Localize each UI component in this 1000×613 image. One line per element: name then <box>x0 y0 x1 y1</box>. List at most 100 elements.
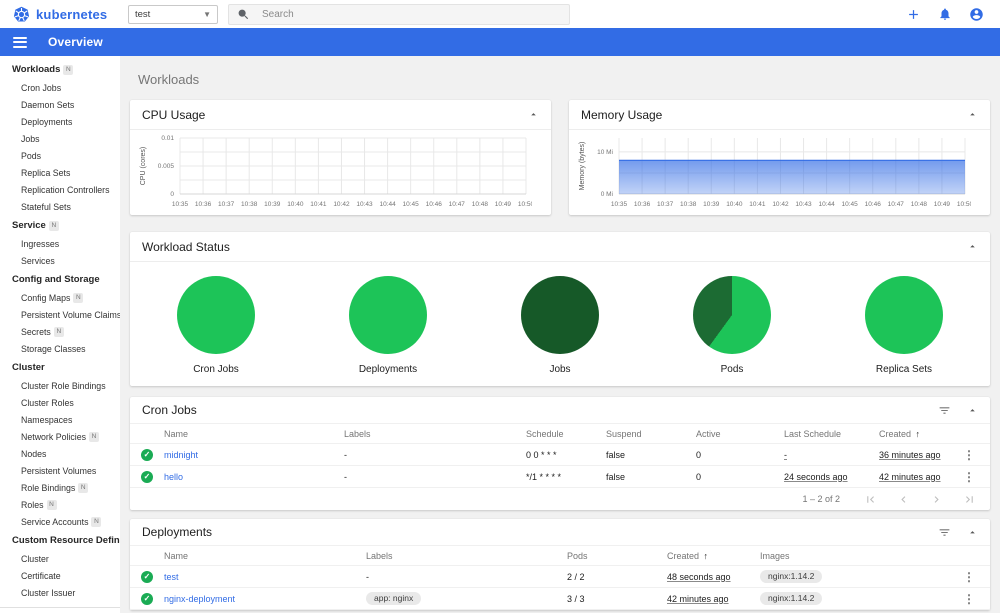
column-header-last-schedule[interactable]: Last Schedule <box>784 429 879 439</box>
app-bar: Overview <box>0 28 1000 56</box>
sidebar-item-roles[interactable]: Roles N <box>0 496 120 513</box>
notifications-button[interactable] <box>938 7 952 21</box>
sidebar: Workloads N Cron Jobs Daemon Sets Deployment… <box>0 56 120 613</box>
svg-text:10:37: 10:37 <box>657 201 674 208</box>
collapse-memory-card-button[interactable] <box>967 109 978 120</box>
svg-text:10:46: 10:46 <box>865 201 882 208</box>
image-chip: nginx:1.14.2 <box>760 592 823 605</box>
sidebar-item-ingresses[interactable]: Ingresses <box>0 235 120 252</box>
sidebar-item-persistent-volumes[interactable]: Persistent Volumes <box>0 462 120 479</box>
column-header-created[interactable]: Created ↑ <box>879 429 962 439</box>
column-header-images[interactable]: Images <box>760 551 960 561</box>
cell-pods: 2 / 2 <box>567 571 585 582</box>
filter-icon <box>939 528 950 536</box>
collapse-deployments-button[interactable] <box>967 527 978 538</box>
svg-text:10:39: 10:39 <box>703 201 720 208</box>
sidebar-item-stateful-sets[interactable]: Stateful Sets <box>0 198 120 215</box>
workload-pie-deployments: Deployments <box>302 276 474 375</box>
next-page-icon[interactable] <box>930 493 943 506</box>
workload-status-pies: Cron Jobs Deployments Jobs Pods Replica Sets <box>130 262 990 375</box>
sidebar-item-jobs[interactable]: Jobs <box>0 130 120 147</box>
sidebar-item-persistent-volume-claims[interactable]: Persistent Volume ClaimsN <box>0 306 120 323</box>
sidebar-item-cluster-issuer[interactable]: Cluster Issuer <box>0 584 120 601</box>
previous-page-icon[interactable] <box>897 493 910 506</box>
sidebar-item-label: Jobs <box>21 133 40 144</box>
sidebar-item-cluster[interactable]: Cluster <box>0 550 120 567</box>
pie-label: Pods <box>720 364 744 375</box>
svg-text:10:35: 10:35 <box>172 201 189 208</box>
kebab-menu-icon[interactable]: ⋮ <box>963 592 975 606</box>
create-resource-button[interactable] <box>906 7 921 22</box>
status-ok-icon: ✓ <box>141 570 153 583</box>
cronjob-name-link[interactable]: midnight <box>164 450 344 460</box>
search-input[interactable] <box>260 7 561 21</box>
sidebar-group-custom-resource-definitions[interactable]: Custom Resource Definitions <box>0 530 120 550</box>
sidebar-item-label: Storage Classes <box>21 343 86 354</box>
sidebar-item-daemon-sets[interactable]: Daemon Sets <box>0 96 120 113</box>
collapse-cron-jobs-button[interactable] <box>967 405 978 416</box>
sidebar-item-certificate[interactable]: Certificate <box>0 567 120 584</box>
sidebar-item-replica-sets[interactable]: Replica Sets <box>0 164 120 181</box>
last-page-icon[interactable] <box>963 493 976 506</box>
kebab-menu-icon[interactable]: ⋮ <box>963 570 975 584</box>
column-header-suspend[interactable]: Suspend <box>606 429 696 439</box>
menu-hamburger-icon[interactable] <box>13 36 27 48</box>
sidebar-item-config-maps[interactable]: Config Maps N <box>0 289 120 306</box>
pie-chart <box>865 276 943 354</box>
collapse-status-card-button[interactable] <box>967 241 978 252</box>
namespace-selector[interactable]: test ▼ <box>128 4 218 24</box>
sidebar-group-workloads[interactable]: Workloads N <box>0 59 120 79</box>
kubernetes-logo[interactable]: kubernetes <box>0 6 120 23</box>
workload-pie-replica-sets: Replica Sets <box>818 276 990 375</box>
column-header-name[interactable]: Name <box>164 551 366 561</box>
sidebar-item-secrets[interactable]: Secrets N <box>0 323 120 340</box>
sidebar-item-label: Cluster <box>21 553 49 564</box>
column-header-created[interactable]: Created ↑ <box>667 551 760 561</box>
sidebar-group-cluster[interactable]: Cluster <box>0 357 120 377</box>
cpu-usage-card: CPU Usage 10:35 10:36 10:37 10:38 10:39 10:40… <box>130 100 551 215</box>
account-button[interactable] <box>969 7 984 22</box>
sidebar-item-service-accounts[interactable]: Service Accounts N <box>0 513 120 530</box>
column-header-labels[interactable]: Labels <box>366 551 567 561</box>
sidebar-item-cron-jobs[interactable]: Cron Jobs <box>0 79 120 96</box>
sidebar-item-pods[interactable]: Pods <box>0 147 120 164</box>
cronjob-name-link[interactable]: hello <box>164 472 344 482</box>
sidebar-divider <box>0 607 120 608</box>
sidebar-item-label: Config Maps <box>21 292 71 303</box>
sidebar-group-service[interactable]: Service N <box>0 215 120 235</box>
top-bar: kubernetes test ▼ <box>0 0 1000 28</box>
sidebar-group-config-and-storage[interactable]: Config and Storage <box>0 269 120 289</box>
search-bar[interactable] <box>228 3 570 25</box>
namespaced-badge: N <box>53 326 64 337</box>
topbar-actions <box>906 7 1000 22</box>
deployment-name-link[interactable]: test <box>164 572 366 582</box>
collapse-cpu-card-button[interactable] <box>528 109 539 120</box>
memory-usage-card: Memory Usage 10:35 10:36 10:37 10:38 10:39 10… <box>569 100 990 215</box>
svg-text:10:42: 10:42 <box>333 201 350 208</box>
filter-cron-jobs-button[interactable] <box>938 404 951 417</box>
sidebar-item-network-policies[interactable]: Network Policies N <box>0 428 120 445</box>
search-icon <box>238 9 249 19</box>
sidebar-item-cluster-role-bindings[interactable]: Cluster Role Bindings <box>0 377 120 394</box>
filter-deployments-button[interactable] <box>938 526 951 539</box>
first-page-icon[interactable] <box>864 493 877 506</box>
sidebar-group-label: Workloads <box>12 64 61 75</box>
sidebar-item-replication-controllers[interactable]: Replication Controllers <box>0 181 120 198</box>
deployment-name-link[interactable]: nginx-deployment <box>164 594 366 604</box>
column-header-labels[interactable]: Labels <box>344 429 526 439</box>
column-header-pods[interactable]: Pods <box>567 551 667 561</box>
sidebar-item-namespaces[interactable]: Namespaces <box>0 411 120 428</box>
sidebar-item-deployments[interactable]: Deployments <box>0 113 120 130</box>
sidebar-item-services[interactable]: Services <box>0 252 120 269</box>
chevron-up-icon <box>970 245 975 248</box>
sidebar-item-role-bindings[interactable]: Role Bindings N <box>0 479 120 496</box>
sidebar-item-nodes[interactable]: Nodes <box>0 445 120 462</box>
column-header-active[interactable]: Active <box>696 429 784 439</box>
memory-usage-title: Memory Usage <box>581 107 663 122</box>
sidebar-item-cluster-roles[interactable]: Cluster Roles <box>0 394 120 411</box>
sidebar-item-storage-classes[interactable]: Storage Classes <box>0 340 120 357</box>
kebab-menu-icon[interactable]: ⋮ <box>963 448 975 462</box>
kebab-menu-icon[interactable]: ⋮ <box>963 470 975 484</box>
column-header-name[interactable]: Name <box>164 429 344 439</box>
column-header-schedule[interactable]: Schedule <box>526 429 606 439</box>
